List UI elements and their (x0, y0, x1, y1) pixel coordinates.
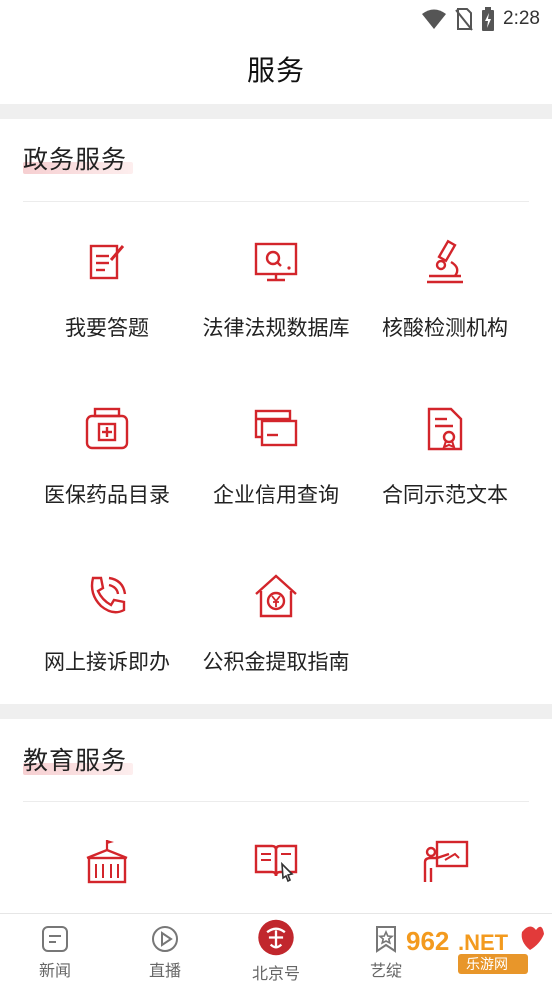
nav-item-beijing-hao[interactable]: 北京号 (221, 914, 331, 983)
section-header-education: 教育服务 (23, 741, 133, 777)
nav-label: 北京号 (251, 964, 300, 983)
svg-text:962: 962 (406, 926, 449, 956)
tile-label: 企业信用查询 (213, 483, 339, 507)
nav-label: 直播 (148, 961, 181, 980)
service-enterprise-credit[interactable]: 企业信用查询 (184, 405, 368, 535)
page-header: 服务 (0, 36, 552, 102)
status-icons: 2:28 (421, 6, 540, 32)
play-icon (152, 926, 178, 952)
service-online-complaints[interactable]: 网上接诉即办 (15, 572, 199, 702)
section-title: 教育服务 (23, 746, 128, 775)
credit-card-icon (254, 409, 298, 447)
no-sim-icon (455, 8, 473, 31)
open-book-icon (254, 844, 298, 883)
edit-note-icon (89, 244, 125, 280)
phone-call-icon (90, 576, 127, 614)
section-separator (0, 104, 552, 119)
section-separator (0, 704, 552, 719)
nav-item-live[interactable]: 直播 (110, 914, 220, 983)
status-time: 2:28 (503, 8, 540, 29)
house-yuan-icon (255, 574, 297, 618)
tile-label: 公积金提取指南 (202, 650, 350, 674)
service-laws-database[interactable]: 法律法规数据库 (184, 238, 368, 368)
contract-document-icon (427, 407, 463, 451)
nav-label: 新闻 (38, 961, 71, 980)
nav-label: 艺绽 (369, 961, 402, 980)
nav-item-news[interactable]: 新闻 (0, 914, 110, 983)
teacher-board-icon (423, 840, 469, 882)
battery-charging-icon (482, 7, 495, 31)
section-header-government: 政务服务 (23, 140, 133, 176)
service-housing-fund-guide[interactable]: 公积金提取指南 (184, 572, 368, 702)
tile-label: 法律法规数据库 (202, 316, 350, 340)
tile-label: 医保药品目录 (44, 483, 170, 507)
bookmark-star-icon (376, 926, 396, 953)
page-title: 服务 (246, 54, 305, 87)
news-icon (42, 926, 68, 952)
section-title: 政务服务 (23, 145, 128, 174)
section-divider (23, 201, 529, 202)
microscope-icon (427, 239, 463, 284)
status-bar: 2:28 (0, 0, 552, 36)
svg-text:乐游网: 乐游网 (466, 957, 508, 973)
wifi-icon (422, 9, 447, 29)
monitor-search-icon (254, 242, 298, 282)
medicine-box-icon (85, 407, 129, 450)
service-answer-questions[interactable]: 我要答题 (15, 238, 199, 368)
section-divider (23, 801, 529, 802)
svg-text:.NET: .NET (458, 930, 509, 955)
service-contract-templates[interactable]: 合同示范文本 (353, 405, 537, 535)
service-medical-insurance-catalog[interactable]: 医保药品目录 (15, 405, 199, 535)
tile-label: 合同示范文本 (382, 483, 508, 507)
tile-label: 核酸检测机构 (382, 316, 508, 340)
service-nucleic-test[interactable]: 核酸检测机构 (353, 238, 537, 368)
tile-label: 网上接诉即办 (44, 650, 170, 674)
tile-label: 我要答题 (65, 316, 149, 340)
watermark-logo: 962 .NET 乐游网 (406, 926, 544, 974)
beijing-logo-icon (258, 919, 294, 956)
school-building-icon (86, 840, 128, 884)
